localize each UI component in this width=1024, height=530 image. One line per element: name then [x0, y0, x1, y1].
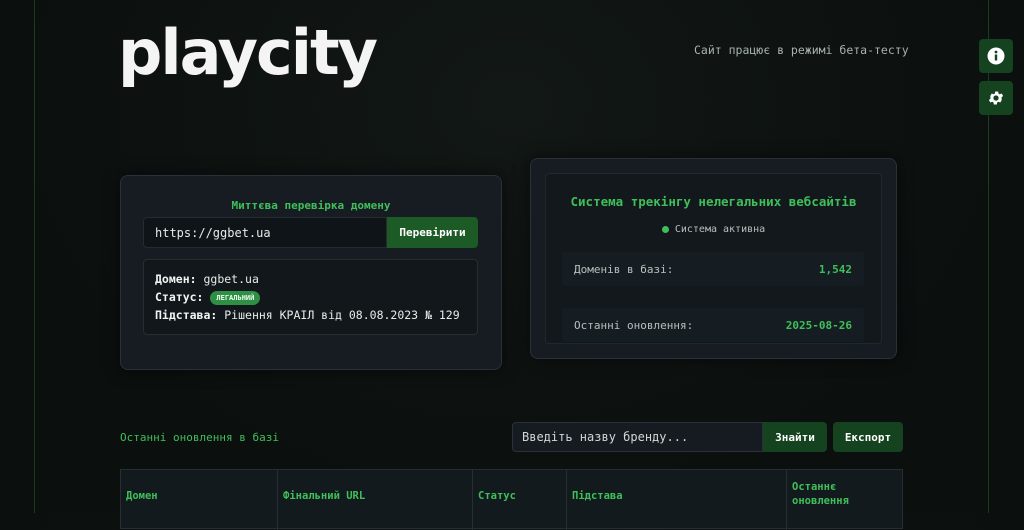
status-badge: ЛЕГАЛЬНИЙ — [210, 290, 261, 305]
column-header-final-url[interactable]: Фінальний URL — [278, 470, 473, 530]
stat-last-update-value: 2025-08-26 — [785, 318, 852, 332]
domain-check-title: Миттєва перевірка домену — [231, 199, 391, 212]
logo[interactable]: playcity — [118, 22, 378, 84]
check-result: Домен: ggbet.ua Статус: ЛЕГАЛЬНИЙ Підста… — [143, 259, 478, 335]
gear-icon — [988, 91, 1004, 105]
status-label: Статус: — [155, 290, 204, 304]
column-header-basis[interactable]: Підстава — [567, 470, 787, 530]
find-button[interactable]: Знайти — [763, 422, 827, 452]
stat-domains-label: Доменів в базі: — [574, 262, 674, 276]
updates-table: Домен Фінальний URL Статус Підстава Оста… — [120, 469, 903, 530]
brand-search-input[interactable]: Введіть назву бренду... — [512, 422, 763, 452]
stat-last-update-label: Останні оновлення: — [574, 318, 694, 332]
domain-value: ggbet.ua — [203, 272, 259, 286]
decor-line-left — [34, 0, 35, 513]
stat-domains-value: 1,542 — [818, 262, 852, 276]
tracking-panel: Система трекінгу нелегальних вебсайтів С… — [545, 173, 882, 344]
column-header-last-update[interactable]: Останнє оновлення — [787, 470, 902, 530]
basis-label: Підстава: — [155, 308, 218, 322]
settings-button[interactable] — [979, 81, 1013, 115]
system-status: Система активна — [546, 224, 881, 235]
domain-label: Домен: — [155, 272, 197, 286]
basis-value: Рішення КРАІЛ від 08.08.2023 № 129 — [224, 308, 460, 322]
column-header-domain[interactable]: Домен — [121, 470, 278, 530]
stat-last-update: Останні оновлення: 2025-08-26 — [562, 308, 864, 342]
tracking-card: Система трекінгу нелегальних вебсайтів С… — [530, 158, 897, 359]
domain-input[interactable]: https://ggbet.ua — [143, 217, 387, 248]
domain-check-card: Миттєва перевірка домену https://ggbet.u… — [120, 175, 502, 370]
updates-title: Останні оновлення в базі — [120, 431, 279, 444]
beta-notice: Сайт працює в режимі бета-тесту — [694, 43, 909, 57]
decor-line-right — [988, 0, 989, 513]
export-button[interactable]: Експорт — [833, 422, 903, 452]
tracking-title: Система трекінгу нелегальних вебсайтів — [570, 194, 857, 209]
status-dot-icon — [661, 225, 669, 233]
column-header-status[interactable]: Статус — [473, 470, 567, 530]
info-icon — [987, 47, 1005, 65]
info-button[interactable] — [979, 39, 1013, 73]
system-status-text: Система активна — [674, 224, 766, 235]
stat-domains: Доменів в базі: 1,542 — [562, 252, 864, 286]
check-button[interactable]: Перевірити — [387, 217, 478, 248]
